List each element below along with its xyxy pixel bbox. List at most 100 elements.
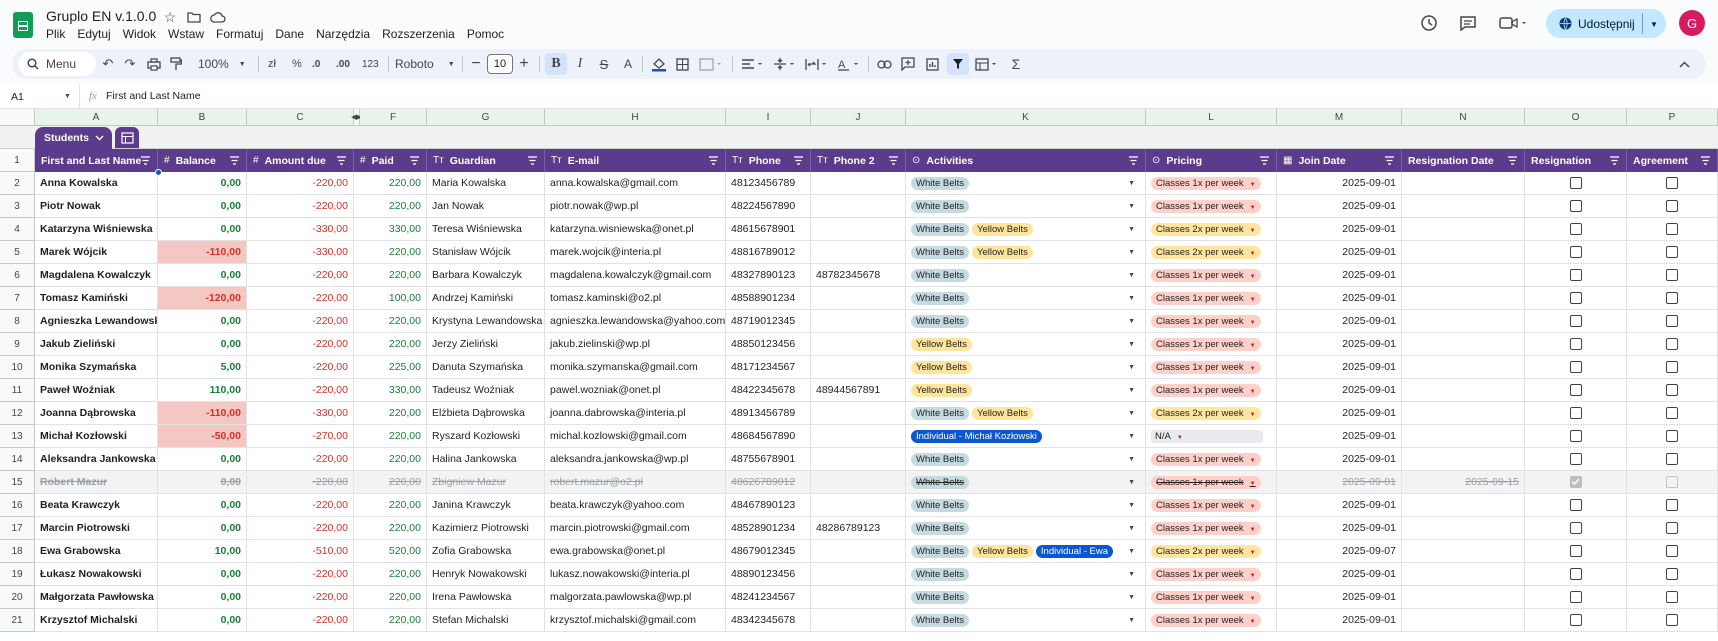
cell-guardian[interactable]: Maria Kowalska [427, 172, 545, 195]
cell-pricing[interactable]: Classes 1x per week ▼ [1146, 172, 1277, 195]
agreement-checkbox[interactable] [1666, 315, 1678, 327]
cell-guardian[interactable]: Zofia Grabowska [427, 540, 545, 563]
agreement-checkbox[interactable] [1666, 568, 1678, 580]
cell-amount-due[interactable]: -330,00 [247, 402, 354, 425]
column-amount-due[interactable]: # Amount due [247, 149, 354, 172]
activities-dropdown-icon[interactable]: ▼ [1128, 594, 1135, 601]
agreement-checkbox[interactable] [1666, 384, 1678, 396]
cell-guardian[interactable]: Stefan Michalski [427, 609, 545, 632]
menu-format[interactable]: Formatuj [216, 27, 263, 41]
menu-file[interactable]: Plik [46, 27, 65, 41]
cell-pricing[interactable]: Classes 2x per week ▼ [1146, 540, 1277, 563]
agreement-checkbox[interactable] [1666, 591, 1678, 603]
sheets-logo[interactable] [13, 12, 33, 38]
percent-format-button[interactable]: % [292, 56, 302, 72]
cell-balance[interactable]: 0,00 [158, 218, 247, 241]
column-filter-icon[interactable] [1259, 155, 1270, 166]
cell-amount-due[interactable]: -270,00 [247, 425, 354, 448]
cell-email[interactable]: marek.wojcik@interia.pl [545, 241, 726, 264]
cell-paid[interactable]: 225,00 [354, 356, 427, 379]
cell-phone[interactable]: 48327890123 [726, 264, 811, 287]
cell-phone-2[interactable] [811, 448, 906, 471]
cell-paid[interactable]: 220,00 [354, 310, 427, 333]
column-header-n[interactable]: N [1402, 109, 1525, 126]
table-view-icon[interactable] [115, 127, 139, 148]
cell-activities[interactable]: White Belts ▼ [906, 563, 1146, 586]
cell-join-date[interactable]: 2025-09-01 [1277, 379, 1402, 402]
cell-phone-2[interactable]: 48944567891 [811, 379, 906, 402]
cell-resignation[interactable] [1525, 172, 1627, 195]
pricing-dropdown-icon[interactable]: ▼ [1250, 596, 1256, 602]
agreement-checkbox[interactable] [1666, 614, 1678, 626]
cell-pricing[interactable]: Classes 1x per week ▼ [1146, 333, 1277, 356]
pricing-dropdown-icon[interactable]: ▼ [1250, 366, 1256, 372]
cell-resignation-date[interactable] [1402, 609, 1525, 632]
name-box[interactable]: A1 ▼ [0, 85, 80, 108]
print-icon[interactable] [146, 56, 162, 72]
cell-name[interactable]: Jakub Zieliński [35, 333, 158, 356]
cell-phone[interactable]: 48123456789 [726, 172, 811, 195]
cell-guardian[interactable]: Danuta Szymańska [427, 356, 545, 379]
cell-pricing[interactable]: Classes 1x per week ▼ [1146, 609, 1277, 632]
cell-activities[interactable]: White Belts ▼ [906, 448, 1146, 471]
activities-dropdown-icon[interactable]: ▼ [1128, 295, 1135, 302]
column-filter-icon[interactable] [1609, 155, 1620, 166]
cell-activities[interactable]: White Belts Yellow Belts ▼ [906, 402, 1146, 425]
cell-phone[interactable]: 48719012345 [726, 310, 811, 333]
column-header-k[interactable]: K [906, 109, 1146, 126]
column-header-j[interactable]: J [811, 109, 906, 126]
cell-amount-due[interactable]: -220,00 [247, 586, 354, 609]
cell-resignation[interactable] [1525, 379, 1627, 402]
menu-data[interactable]: Dane [275, 27, 304, 41]
cell-activities[interactable]: White Belts ▼ [906, 264, 1146, 287]
cell-guardian[interactable]: Krystyna Lewandowska [427, 310, 545, 333]
column-filter-icon[interactable] [708, 155, 719, 166]
cell-name[interactable]: Ewa Grabowska [35, 540, 158, 563]
cell-balance[interactable]: 10,00 [158, 540, 247, 563]
cell-name[interactable]: Katarzyna Wiśniewska [35, 218, 158, 241]
row-header-7[interactable]: 7 [0, 287, 35, 310]
decrease-font-size-icon[interactable]: − [468, 55, 484, 72]
agreement-checkbox[interactable] [1666, 246, 1678, 258]
activities-dropdown-icon[interactable]: ▼ [1128, 272, 1135, 279]
pricing-dropdown-icon[interactable]: ▼ [1250, 504, 1256, 510]
resignation-checkbox[interactable] [1569, 338, 1582, 350]
resignation-checkbox[interactable] [1569, 223, 1582, 235]
history-icon[interactable] [1419, 13, 1439, 33]
cell-resignation-date[interactable] [1402, 264, 1525, 287]
filter-views-icon[interactable] [974, 56, 1000, 72]
cell-name[interactable]: Anna Kowalska [35, 172, 158, 195]
cell-phone-2[interactable] [811, 218, 906, 241]
cell-agreement[interactable] [1627, 195, 1718, 218]
cell-paid[interactable]: 220,00 [354, 609, 427, 632]
formula-input[interactable]: First and Last Name [106, 90, 201, 102]
cell-pricing[interactable]: Classes 1x per week ▼ [1146, 471, 1277, 494]
column-filter-icon[interactable] [1507, 155, 1518, 166]
cell-name[interactable]: Krzysztof Michalski [35, 609, 158, 632]
activities-dropdown-icon[interactable]: ▼ [1128, 387, 1135, 394]
pricing-dropdown-icon[interactable]: ▼ [1250, 573, 1256, 579]
row-header-16[interactable]: 16 [0, 494, 35, 517]
cell-guardian[interactable]: Jerzy Zieliński [427, 333, 545, 356]
cell-agreement[interactable] [1627, 563, 1718, 586]
resignation-checkbox[interactable] [1569, 269, 1582, 281]
row-header-18[interactable]: 18 [0, 540, 35, 563]
resignation-checkbox[interactable] [1569, 614, 1582, 626]
cell-amount-due[interactable]: -220,00 [247, 563, 354, 586]
cell-agreement[interactable] [1627, 586, 1718, 609]
cell-name[interactable]: Tomasz Kamiński [35, 287, 158, 310]
cell-resignation-date[interactable] [1402, 563, 1525, 586]
cell-balance[interactable]: 0,00 [158, 586, 247, 609]
more-formats-button[interactable]: 123 [362, 56, 379, 72]
filter-icon[interactable] [947, 53, 969, 75]
column-filter-icon[interactable] [888, 155, 899, 166]
select-all-corner[interactable] [0, 109, 35, 126]
activities-dropdown-icon[interactable]: ▼ [1128, 548, 1135, 555]
resignation-checkbox[interactable] [1569, 453, 1582, 465]
column-filter-icon[interactable] [793, 155, 804, 166]
column-join-date[interactable]: ▦ Join Date [1277, 149, 1402, 172]
cell-paid[interactable]: 220,00 [354, 586, 427, 609]
pricing-dropdown-icon[interactable]: ▼ [1250, 527, 1256, 533]
cell-pricing[interactable]: Classes 1x per week ▼ [1146, 379, 1277, 402]
cell-join-date[interactable]: 2025-09-01 [1277, 333, 1402, 356]
